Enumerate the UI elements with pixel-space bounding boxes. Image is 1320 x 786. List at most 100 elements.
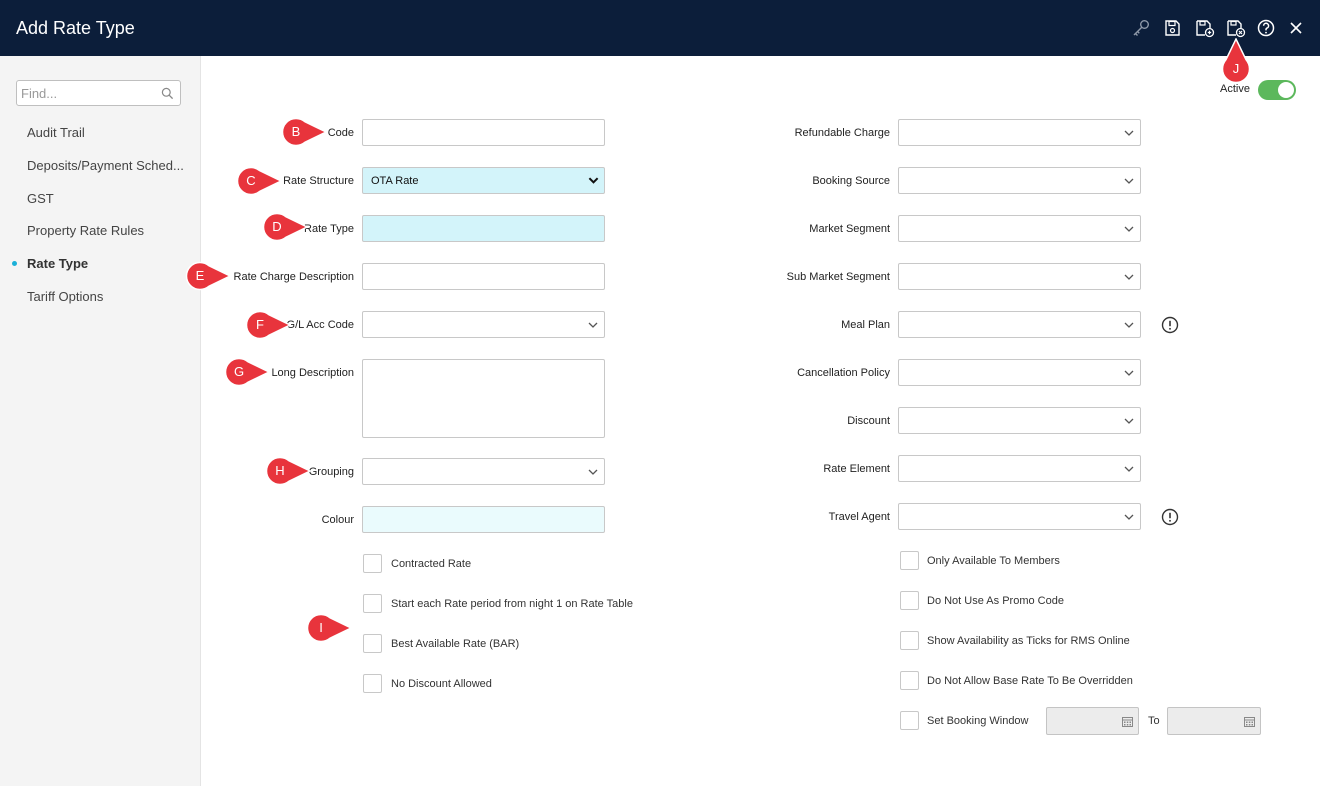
travel-agent-select[interactable] bbox=[898, 503, 1141, 530]
travel-agent-label: Travel Agent bbox=[828, 511, 890, 523]
booking-source-label: Booking Source bbox=[812, 175, 890, 187]
colour-label: Colour bbox=[321, 514, 354, 526]
help-icon[interactable] bbox=[1256, 18, 1276, 38]
sidebar-item-gst[interactable]: GST bbox=[27, 191, 54, 207]
do-not-allow-base-rate-overridden-label: Do Not Allow Base Rate To Be Overridden bbox=[927, 675, 1133, 687]
close-icon[interactable] bbox=[1286, 18, 1306, 38]
marker-letter: G bbox=[233, 364, 245, 379]
start-rate-period-label: Start each Rate period from night 1 on R… bbox=[391, 598, 633, 610]
discount-select[interactable] bbox=[898, 407, 1141, 434]
key-icon[interactable] bbox=[1131, 18, 1151, 38]
annotation-marker-f: F bbox=[245, 310, 291, 340]
marker-letter: D bbox=[272, 219, 282, 234]
code-label: Code bbox=[327, 127, 354, 139]
refundable-charge-select[interactable] bbox=[898, 119, 1141, 146]
gl-acc-code-label: G/L Acc Code bbox=[286, 319, 354, 331]
no-discount-allowed-checkbox[interactable] bbox=[363, 674, 382, 693]
rate-element-select[interactable] bbox=[898, 455, 1141, 482]
booking-window-from-date[interactable] bbox=[1046, 707, 1139, 735]
window-title: Add Rate Type bbox=[16, 18, 135, 38]
chevron-down-icon bbox=[1124, 274, 1134, 280]
marker-letter: E bbox=[195, 268, 205, 283]
best-available-rate-checkbox[interactable] bbox=[363, 634, 382, 653]
grouping-select[interactable] bbox=[362, 458, 605, 485]
only-available-to-members-checkbox[interactable] bbox=[900, 551, 919, 570]
active-indicator-dot bbox=[12, 261, 17, 266]
market-segment-label: Market Segment bbox=[809, 223, 890, 235]
contracted-rate-checkbox[interactable] bbox=[363, 554, 382, 573]
annotation-marker-e: E bbox=[185, 261, 231, 291]
start-rate-period-checkbox[interactable] bbox=[363, 594, 382, 613]
marker-letter: I bbox=[319, 620, 323, 635]
sidebar-item-deposits-payment-schedule[interactable]: Deposits/Payment Sched... bbox=[27, 158, 184, 174]
rate-charge-description-input[interactable] bbox=[362, 263, 605, 290]
save-icon[interactable] bbox=[1162, 18, 1182, 38]
long-description-label: Long Description bbox=[271, 367, 354, 379]
calendar-icon[interactable] bbox=[1122, 716, 1133, 727]
marker-letter: B bbox=[291, 124, 301, 139]
chevron-down-icon bbox=[1124, 130, 1134, 136]
sidebar-search bbox=[16, 80, 181, 106]
title-bar: Add Rate Type bbox=[0, 0, 1320, 56]
grouping-label: Grouping bbox=[308, 466, 354, 478]
rate-charge-description-label: Rate Charge Description bbox=[233, 271, 354, 283]
sub-market-segment-select[interactable] bbox=[898, 263, 1141, 290]
best-available-rate-label: Best Available Rate (BAR) bbox=[391, 638, 520, 650]
no-discount-allowed-label: No Discount Allowed bbox=[391, 678, 492, 690]
calendar-icon[interactable] bbox=[1244, 716, 1255, 727]
chevron-down-icon bbox=[1124, 418, 1134, 424]
active-toggle[interactable] bbox=[1258, 80, 1296, 100]
save-and-close-icon[interactable] bbox=[1226, 18, 1246, 38]
annotation-marker-g: G bbox=[224, 357, 270, 387]
chevron-down-icon bbox=[588, 469, 598, 475]
rate-type-input[interactable] bbox=[362, 215, 605, 242]
sidebar-search-input[interactable] bbox=[21, 84, 157, 102]
marker-letter: F bbox=[256, 317, 264, 332]
save-and-new-icon[interactable] bbox=[1195, 18, 1215, 38]
cancellation-policy-label: Cancellation Policy bbox=[797, 367, 890, 379]
rate-structure-select[interactable]: OTA Rate bbox=[362, 167, 605, 194]
do-not-use-as-promo-code-checkbox[interactable] bbox=[900, 591, 919, 610]
active-toggle-label: Active bbox=[1220, 83, 1250, 95]
search-icon[interactable] bbox=[161, 87, 174, 100]
market-segment-select[interactable] bbox=[898, 215, 1141, 242]
do-not-allow-base-rate-overridden-checkbox[interactable] bbox=[900, 671, 919, 690]
long-description-textarea[interactable] bbox=[362, 359, 605, 438]
rate-type-label: Rate Type bbox=[304, 223, 354, 235]
do-not-use-as-promo-code-label: Do Not Use As Promo Code bbox=[927, 595, 1064, 607]
colour-input[interactable] bbox=[362, 506, 605, 533]
annotation-marker-b: B bbox=[281, 117, 327, 147]
set-booking-window-label: Set Booking Window bbox=[927, 715, 1029, 727]
annotation-marker-d: D bbox=[262, 212, 308, 242]
sidebar-item-audit-trail[interactable]: Audit Trail bbox=[27, 125, 85, 141]
sidebar-item-tariff-options[interactable]: Tariff Options bbox=[27, 289, 103, 305]
chevron-down-icon bbox=[1124, 370, 1134, 376]
annotation-marker-j: J bbox=[1221, 38, 1251, 82]
chevron-down-icon bbox=[588, 322, 598, 328]
show-availability-ticks-label: Show Availability as Ticks for RMS Onlin… bbox=[927, 635, 1130, 647]
set-booking-window-checkbox[interactable] bbox=[900, 711, 919, 730]
annotation-marker-c: C bbox=[236, 166, 282, 196]
sub-market-segment-label: Sub Market Segment bbox=[786, 271, 890, 283]
sidebar-item-property-rate-rules[interactable]: Property Rate Rules bbox=[27, 223, 144, 239]
booking-window-to-date[interactable] bbox=[1167, 707, 1261, 735]
travel-agent-info-icon[interactable] bbox=[1161, 508, 1179, 526]
rate-element-label: Rate Element bbox=[823, 463, 890, 475]
meal-plan-select[interactable] bbox=[898, 311, 1141, 338]
show-availability-ticks-checkbox[interactable] bbox=[900, 631, 919, 650]
code-input[interactable] bbox=[362, 119, 605, 146]
marker-letter: C bbox=[246, 173, 256, 188]
booking-source-select[interactable] bbox=[898, 167, 1141, 194]
chevron-down-icon bbox=[1124, 514, 1134, 520]
sidebar-item-rate-type[interactable]: Rate Type bbox=[27, 256, 88, 272]
contracted-rate-label: Contracted Rate bbox=[391, 558, 472, 570]
sidebar: Audit Trail Deposits/Payment Sched... GS… bbox=[0, 56, 201, 786]
rate-structure-label: Rate Structure bbox=[283, 175, 354, 187]
cancellation-policy-select[interactable] bbox=[898, 359, 1141, 386]
gl-acc-code-select[interactable] bbox=[362, 311, 605, 338]
chevron-down-icon bbox=[1124, 466, 1134, 472]
only-available-to-members-label: Only Available To Members bbox=[927, 555, 1060, 567]
annotation-marker-h: H bbox=[265, 456, 311, 486]
annotation-marker-i: I bbox=[306, 613, 352, 643]
meal-plan-info-icon[interactable] bbox=[1161, 316, 1179, 334]
